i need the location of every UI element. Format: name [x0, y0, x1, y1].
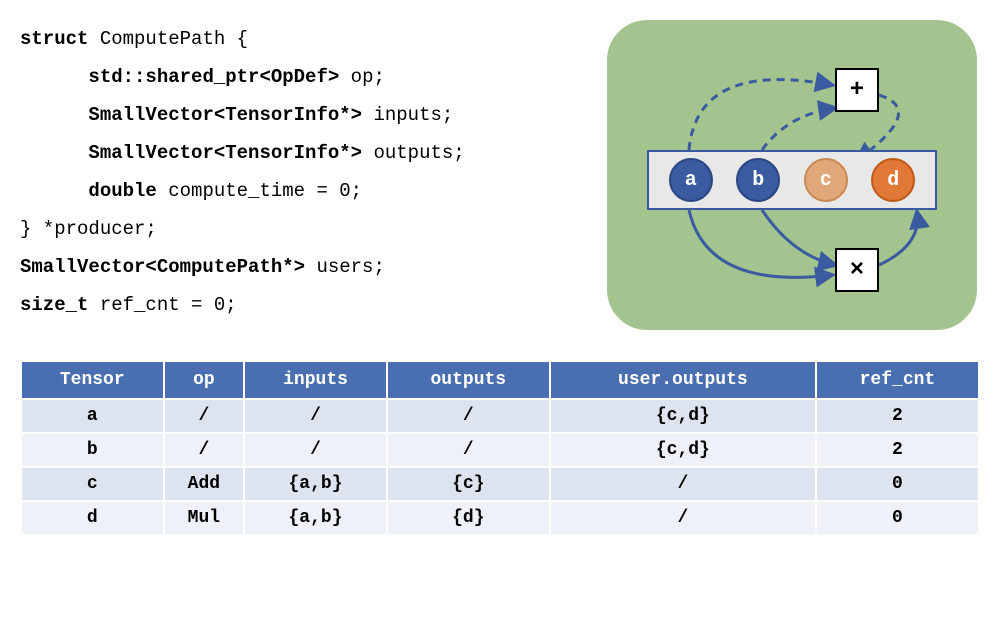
table-row: c Add {a,b} {c} / 0 — [21, 467, 979, 501]
col-outputs: outputs — [387, 361, 550, 399]
cell-user-outputs: / — [550, 467, 816, 501]
cell-op: / — [164, 433, 245, 467]
code-text: inputs; — [362, 104, 453, 126]
cell-tensor: d — [21, 501, 164, 535]
col-inputs: inputs — [244, 361, 387, 399]
code-text: outputs; — [362, 142, 465, 164]
cell-ref-cnt: 0 — [816, 467, 979, 501]
cell-user-outputs: {c,d} — [550, 399, 816, 433]
code-text: ComputePath { — [88, 28, 248, 50]
table-row: d Mul {a,b} {d} / 0 — [21, 501, 979, 535]
code-text: users; — [305, 256, 385, 278]
cell-outputs: / — [387, 399, 550, 433]
cell-inputs: / — [244, 433, 387, 467]
col-user-outputs: user.outputs — [550, 361, 816, 399]
table-row: b / / / {c,d} 2 — [21, 433, 979, 467]
code-text: op; — [339, 66, 385, 88]
multiply-icon: × — [850, 257, 864, 284]
tensor-row: a b c d — [647, 150, 937, 210]
code-text: ref_cnt = 0; — [88, 294, 236, 316]
cell-op: Mul — [164, 501, 245, 535]
op-node-add: + — [835, 68, 879, 112]
code-text: compute_time = 0; — [157, 180, 362, 202]
code-text: } *producer; — [20, 218, 157, 240]
cell-outputs: {d} — [387, 501, 550, 535]
cell-ref-cnt: 2 — [816, 399, 979, 433]
col-ref-cnt: ref_cnt — [816, 361, 979, 399]
cell-inputs: / — [244, 399, 387, 433]
code-kw: SmallVector<TensorInfo*> — [88, 142, 362, 164]
cell-tensor: a — [21, 399, 164, 433]
cell-ref-cnt: 2 — [816, 433, 979, 467]
code-kw: SmallVector<ComputePath*> — [20, 256, 305, 278]
col-op: op — [164, 361, 245, 399]
code-kw: struct — [20, 28, 88, 50]
cell-inputs: {a,b} — [244, 467, 387, 501]
tensor-node-a: a — [669, 158, 713, 202]
cell-tensor: c — [21, 467, 164, 501]
cell-op: Add — [164, 467, 245, 501]
cell-op: / — [164, 399, 245, 433]
cell-ref-cnt: 0 — [816, 501, 979, 535]
cell-user-outputs: / — [550, 501, 816, 535]
cell-inputs: {a,b} — [244, 501, 387, 535]
tensor-node-c: c — [804, 158, 848, 202]
code-block: struct ComputePath { std::shared_ptr<OpD… — [20, 20, 587, 330]
cell-outputs: / — [387, 433, 550, 467]
cell-tensor: b — [21, 433, 164, 467]
tensor-node-b: b — [736, 158, 780, 202]
code-kw: size_t — [20, 294, 88, 316]
code-kw: SmallVector<TensorInfo*> — [88, 104, 362, 126]
table-row: a / / / {c,d} 2 — [21, 399, 979, 433]
plus-icon: + — [850, 77, 864, 104]
col-tensor: Tensor — [21, 361, 164, 399]
cell-outputs: {c} — [387, 467, 550, 501]
code-kw: std::shared_ptr<OpDef> — [88, 66, 339, 88]
tensor-table: Tensor op inputs outputs user.outputs re… — [20, 360, 980, 536]
cell-user-outputs: {c,d} — [550, 433, 816, 467]
code-kw: double — [88, 180, 156, 202]
tensor-node-d: d — [871, 158, 915, 202]
compute-graph-diagram: + a b c d × — [607, 20, 977, 330]
op-node-mul: × — [835, 248, 879, 292]
